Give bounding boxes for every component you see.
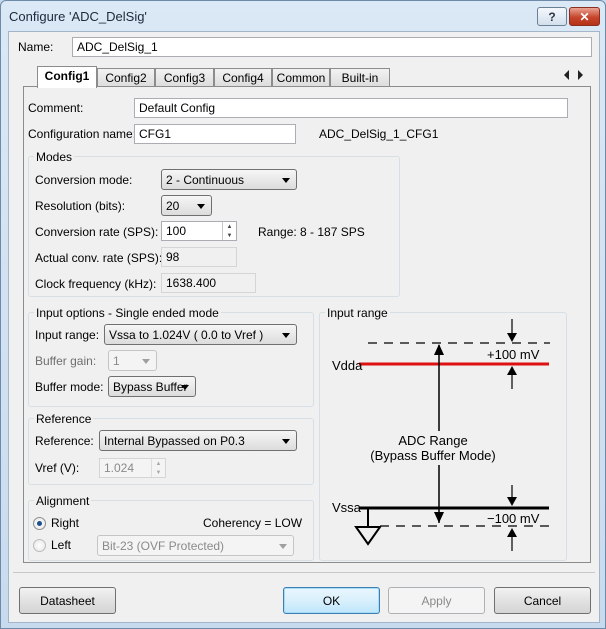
help-button[interactable]: ? [537, 7, 567, 26]
tab-scroll-left-icon[interactable] [564, 70, 569, 80]
reference-dropdown[interactable]: Internal Bypassed on P0.3 [99, 430, 297, 451]
input-range-label: Input range: [35, 328, 100, 342]
resolution-value: 20 [166, 199, 180, 213]
buffer-gain-dropdown[interactable]: 1 [108, 350, 157, 371]
tab-common[interactable]: Common [272, 68, 330, 87]
vdda-label: Vdda [332, 358, 363, 373]
spin-down-icon[interactable]: ▼ [223, 231, 236, 240]
plus-mv-label: +100 mV [487, 347, 540, 362]
spin-up-icon[interactable]: ▲ [223, 222, 236, 231]
conversion-rate-field[interactable]: 100 ▲ ▼ [161, 221, 237, 241]
arrow-down-icon [434, 512, 444, 523]
buffer-gain-label: Buffer gain: [35, 354, 97, 368]
config-full-name: ADC_DelSig_1_CFG1 [319, 127, 439, 141]
left-align-value: Bit-23 (OVF Protected) [102, 539, 225, 553]
modes-title: Modes [34, 150, 75, 164]
window-title: Configure 'ADC_DelSig' [9, 9, 147, 24]
config1-panel: Comment: Default Config Configuration na… [23, 86, 591, 563]
name-field[interactable]: ADC_DelSig_1 [72, 37, 592, 57]
chevron-down-icon [282, 439, 290, 444]
spin-down-icon[interactable]: ▼ [152, 468, 165, 477]
chevron-down-icon [142, 359, 150, 364]
adc-range-label: ADC Range [398, 433, 467, 448]
tab-config1[interactable]: Config1 [37, 66, 97, 88]
tab-config4[interactable]: Config4 [214, 68, 272, 87]
chevron-down-icon [279, 544, 287, 549]
actual-rate-field: 98 [161, 247, 237, 267]
datasheet-button[interactable]: Datasheet [19, 587, 116, 614]
reference-label: Reference: [35, 434, 94, 448]
configure-dialog: Configure 'ADC_DelSig' ? ✕ Name: ADC_Del… [0, 0, 606, 629]
vref-field[interactable]: 1.024 ▲ ▼ [99, 458, 166, 478]
adc-range-mode-label: (Bypass Buffer Mode) [370, 448, 495, 463]
tab-config3[interactable]: Config3 [155, 68, 214, 87]
resolution-dropdown[interactable]: 20 [161, 195, 212, 216]
chevron-down-icon [181, 385, 189, 390]
vref-label: Vref (V): [35, 461, 80, 475]
config-name-label: Configuration name: [28, 127, 137, 141]
buffer-mode-value: Bypass Buffer [113, 380, 188, 394]
conversion-mode-dropdown[interactable]: 2 - Continuous [161, 169, 297, 190]
chevron-down-icon [197, 204, 205, 209]
tab-built-in[interactable]: Built-in [330, 68, 390, 87]
name-label: Name: [18, 40, 54, 54]
input-options-title: Input options - Single ended mode [34, 306, 221, 320]
conversion-rate-label: Conversion rate (SPS): [35, 225, 159, 239]
arrow-up-icon [507, 528, 517, 537]
config-name-field[interactable]: CFG1 [134, 124, 296, 144]
buffer-gain-value: 1 [113, 354, 120, 368]
ok-button[interactable]: OK [283, 587, 380, 614]
vssa-label: Vssa [332, 500, 362, 515]
minus-mv-label: −100 mV [487, 511, 540, 526]
conversion-rate-value: 100 [166, 224, 187, 238]
tab-config2[interactable]: Config2 [97, 68, 155, 87]
buffer-mode-label: Buffer mode: [35, 380, 104, 394]
ground-icon [354, 526, 382, 546]
conversion-rate-range: Range: 8 - 187 SPS [258, 225, 365, 239]
left-align-dropdown[interactable]: Bit-23 (OVF Protected) [97, 535, 294, 556]
actual-rate-label: Actual conv. rate (SPS): [35, 251, 163, 265]
left-align-radio[interactable] [33, 539, 46, 552]
arrow-up-icon [434, 344, 444, 355]
coherency-label: Coherency = LOW [203, 516, 303, 530]
right-align-label: Right [51, 516, 80, 530]
arrow-down-icon [507, 497, 517, 506]
conversion-rate-spinner[interactable]: ▲ ▼ [222, 222, 236, 240]
conversion-mode-value: 2 - Continuous [166, 173, 245, 187]
input-range-value: Vssa to 1.024V ( 0.0 to Vref ) [109, 328, 264, 342]
dialog-body: Name: ADC_DelSig_1 Config1 Config2 Confi… [8, 31, 600, 623]
apply-button[interactable]: Apply [388, 587, 485, 614]
input-range-diagram: Vdda Vssa +100 mV −100 mV ADC Range (Byp… [332, 319, 550, 551]
resolution-label: Resolution (bits): [35, 199, 126, 213]
clock-frequency-label: Clock frequency (kHz): [35, 277, 157, 291]
alignment-title: Alignment [34, 494, 92, 508]
arrow-up-icon [507, 366, 517, 375]
title-bar: Configure 'ADC_DelSig' ? ✕ [1, 1, 605, 31]
comment-label: Comment: [28, 101, 84, 115]
tab-scroll-right-icon[interactable] [578, 70, 583, 80]
chevron-down-icon [282, 333, 290, 338]
reference-value: Internal Bypassed on P0.3 [104, 434, 245, 448]
close-button[interactable]: ✕ [569, 7, 600, 26]
arrow-down-icon [507, 333, 517, 342]
spin-up-icon[interactable]: ▲ [152, 459, 165, 468]
vref-spinner[interactable]: ▲ ▼ [151, 459, 165, 477]
vref-value: 1.024 [104, 461, 135, 475]
conversion-mode-label: Conversion mode: [35, 173, 133, 187]
left-align-label: Left [51, 538, 72, 552]
tab-scroll-arrows [564, 70, 583, 80]
cancel-button[interactable]: Cancel [494, 587, 591, 614]
reference-title: Reference [34, 412, 94, 426]
comment-field[interactable]: Default Config [134, 98, 568, 118]
clock-frequency-field: 1638.400 [161, 273, 256, 293]
right-align-radio[interactable] [33, 517, 46, 530]
input-range-dropdown[interactable]: Vssa to 1.024V ( 0.0 to Vref ) [104, 324, 297, 345]
chevron-down-icon [282, 178, 290, 183]
buffer-mode-dropdown[interactable]: Bypass Buffer [108, 376, 196, 397]
footer-divider [13, 572, 595, 573]
